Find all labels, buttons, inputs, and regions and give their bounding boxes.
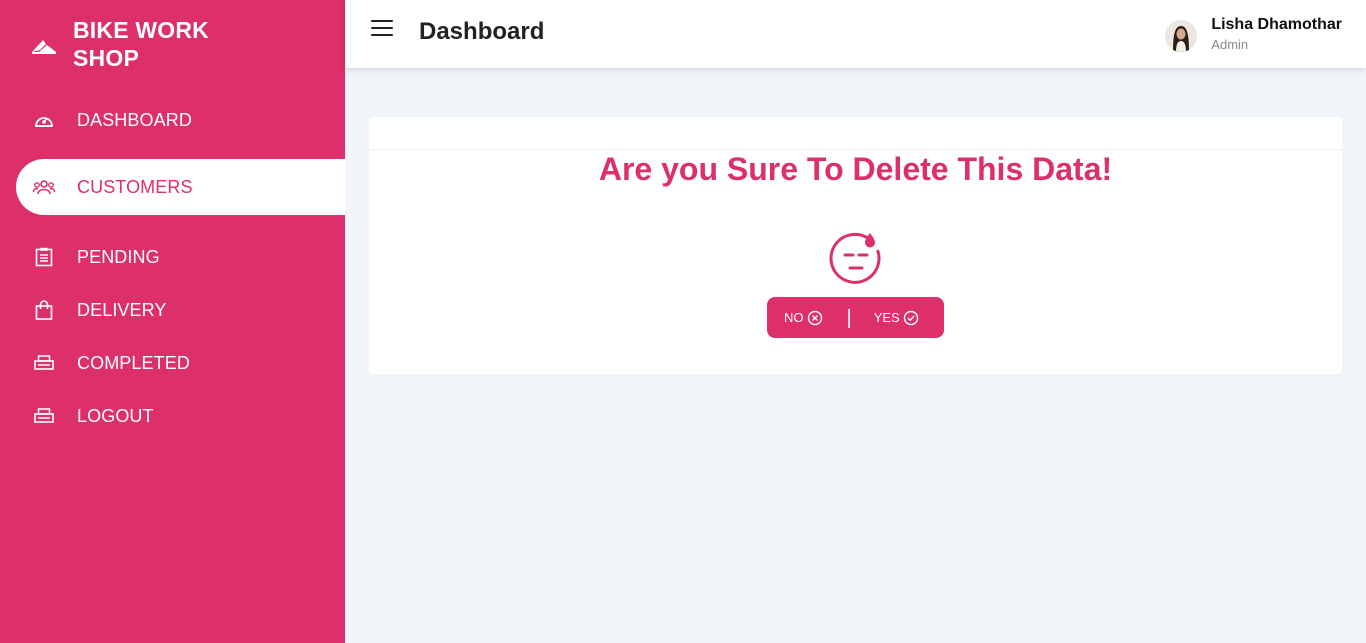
sidebar-item-customers[interactable]: CUSTOMERS bbox=[16, 159, 345, 215]
users-icon bbox=[33, 176, 55, 198]
user-role: Admin bbox=[1211, 37, 1249, 52]
sidebar-item-dashboard[interactable]: DASHBOARD bbox=[16, 92, 345, 148]
sidebar-item-label: PENDING bbox=[77, 246, 160, 267]
avatar bbox=[1165, 20, 1198, 52]
card-header bbox=[369, 117, 1342, 150]
no-button-label: NO bbox=[784, 310, 804, 325]
sweat-face-icon bbox=[829, 232, 881, 284]
sidebar-item-completed[interactable]: COMPLETED bbox=[16, 335, 345, 391]
dashboard-icon bbox=[33, 109, 55, 131]
bag-icon bbox=[33, 299, 55, 321]
user-profile[interactable]: Lisha Dhamothar Admin bbox=[1165, 16, 1342, 52]
confirm-title: Are you Sure To Delete This Data! bbox=[598, 151, 1113, 187]
check-circle-icon bbox=[903, 310, 918, 325]
brand-logo-icon bbox=[32, 40, 56, 54]
sidebar-item-label: COMPLETED bbox=[77, 352, 190, 373]
sidebar-item-label: DASHBOARD bbox=[77, 109, 192, 130]
sidebar-item-label: CUSTOMERS bbox=[77, 176, 193, 197]
sidebar-item-delivery[interactable]: DELIVERY bbox=[16, 282, 345, 338]
printer-icon bbox=[33, 405, 55, 427]
yes-button-label: YES bbox=[873, 310, 900, 325]
close-circle-icon bbox=[807, 310, 822, 325]
page-title: Dashboard bbox=[419, 18, 545, 45]
sidebar-item-logout[interactable]: LOGOUT bbox=[16, 388, 345, 444]
sidebar-item-pending[interactable]: PENDING bbox=[16, 229, 345, 285]
top-bar: Dashboard Lisha Dhamothar Admin bbox=[345, 0, 1366, 68]
brand[interactable]: BIKE WORK SHOP bbox=[30, 16, 223, 72]
clipboard-icon bbox=[33, 246, 55, 268]
no-button[interactable]: NO bbox=[784, 310, 823, 326]
yes-button[interactable]: YES bbox=[874, 310, 919, 326]
printer-icon bbox=[33, 352, 55, 374]
brand-name: BIKE WORK SHOP bbox=[73, 17, 209, 71]
button-separator: | bbox=[846, 306, 852, 329]
sidebar-item-label: DELIVERY bbox=[77, 299, 167, 320]
sidebar: BIKE WORK SHOP DASHBOARD CUSTOMERS PENDI… bbox=[0, 0, 345, 643]
sidebar-item-label: LOGOUT bbox=[77, 405, 154, 426]
delete-confirm-card: Are you Sure To Delete This Data! NO | Y… bbox=[369, 117, 1342, 374]
confirm-button-group: NO | YES bbox=[767, 297, 944, 338]
hamburger-menu-icon[interactable] bbox=[371, 20, 393, 40]
user-name: Lisha Dhamothar bbox=[1211, 16, 1342, 33]
